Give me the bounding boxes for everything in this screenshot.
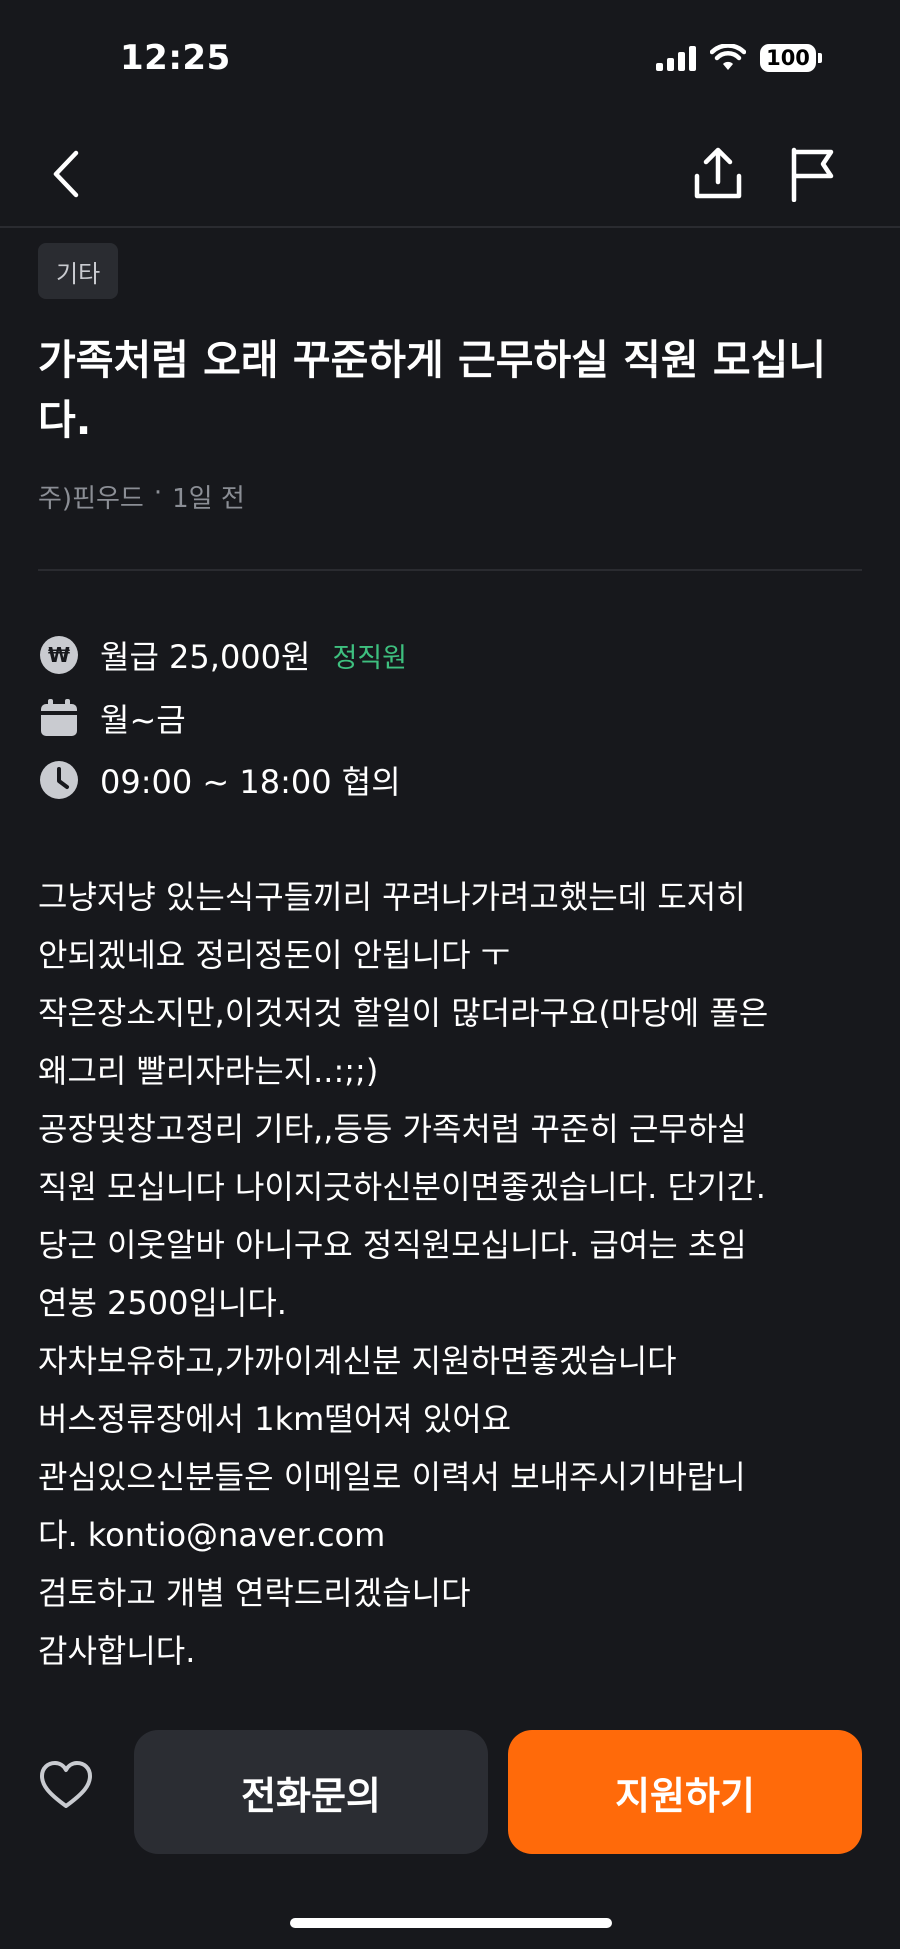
post-title: 가족처럼 오래 꾸준하게 근무하실 직원 모십니다. xyxy=(38,336,827,444)
status-time: 12:25 xyxy=(120,38,231,78)
work-hours-row: 09:00 ~ 18:00 협의 xyxy=(38,755,401,805)
description-line: 관심있으신분들은 이메일로 이력서 보내주시기바랍니 xyxy=(38,1458,746,1496)
description-line: 그냥저냥 있는식구들끼리 꾸려나가려고했는데 도저히 xyxy=(38,878,746,916)
post-meta: 주)핀우드 · 1일 전 xyxy=(38,478,245,515)
home-indicator xyxy=(290,1918,612,1928)
share-button[interactable] xyxy=(688,144,748,204)
description-line: 버스정류장에서 1km떨어져 있어요 xyxy=(38,1400,512,1438)
description-line: 작은장소지만,이것저것 할일이 많더라구요(마당에 풀은 xyxy=(38,994,769,1032)
description-line: 다. kontio@naver.com xyxy=(38,1516,386,1554)
divider xyxy=(38,569,862,571)
category-badge: 기타 xyxy=(38,243,119,299)
flag-icon xyxy=(791,147,834,202)
back-button[interactable] xyxy=(36,144,96,204)
nav-bar xyxy=(0,120,900,228)
work-days-text: 월~금 xyxy=(100,701,186,739)
description-line: 검토하고 개별 연락드리겠습니다 xyxy=(38,1574,471,1612)
call-inquiry-button[interactable]: 전화문의 xyxy=(134,1730,488,1854)
battery-indicator: 100 xyxy=(760,44,816,72)
heart-icon xyxy=(40,1761,92,1808)
clock-icon xyxy=(38,759,80,801)
description-line: 안되겠네요 정리정돈이 안됩니다 ㅜ xyxy=(38,936,511,974)
report-button[interactable] xyxy=(782,144,842,204)
description-line: 감사합니다. xyxy=(38,1632,196,1670)
like-button[interactable] xyxy=(38,1758,94,1814)
wifi-icon xyxy=(710,44,746,70)
work-days-row: 월~금 xyxy=(38,693,186,743)
description-line: 자차보유하고,가까이계신분 지원하면좋겠습니다 xyxy=(38,1342,677,1380)
chevron-left-icon xyxy=(53,150,79,198)
author-name[interactable]: 주)핀우드 xyxy=(38,478,144,515)
share-icon xyxy=(694,147,742,199)
description-line: 공장및창고정리 기타,,등등 가족처럼 꾸준히 근무하실 xyxy=(38,1110,747,1148)
meta-separator: · xyxy=(153,478,163,508)
posted-time: 1일 전 xyxy=(172,484,245,514)
description-line: 당근 이웃알바 아니구요 정직원모십니다. 급여는 초임 xyxy=(38,1226,747,1264)
won-icon: ₩ xyxy=(38,634,80,676)
description-line: 연봉 2500입니다. xyxy=(38,1284,287,1322)
post-description: 그냥저냥 있는식구들끼리 꾸려나가려고했는데 도저히 안되겠네요 정리정돈이 안… xyxy=(38,868,878,1680)
description-line: 직원 모십니다 나이지긋하신분이면좋겠습니다. 단기간. xyxy=(38,1168,766,1206)
salary-text: 월급 25,000원 xyxy=(100,638,311,676)
calendar-icon xyxy=(38,697,80,739)
status-icons: 100 xyxy=(656,44,822,72)
status-bar: 12:25 100 xyxy=(0,0,900,120)
battery-tip xyxy=(818,53,822,63)
description-line: 왜그리 빨리자라는지..:;;) xyxy=(38,1052,379,1090)
salary-row: ₩ 월급 25,000원 정직원 xyxy=(38,630,407,680)
work-hours-text: 09:00 ~ 18:00 협의 xyxy=(100,763,401,801)
employment-type: 정직원 xyxy=(332,642,407,674)
bottom-action-bar: 전화문의 지원하기 xyxy=(0,1712,900,1854)
cellular-signal-icon xyxy=(656,45,696,71)
apply-button[interactable]: 지원하기 xyxy=(508,1730,862,1854)
